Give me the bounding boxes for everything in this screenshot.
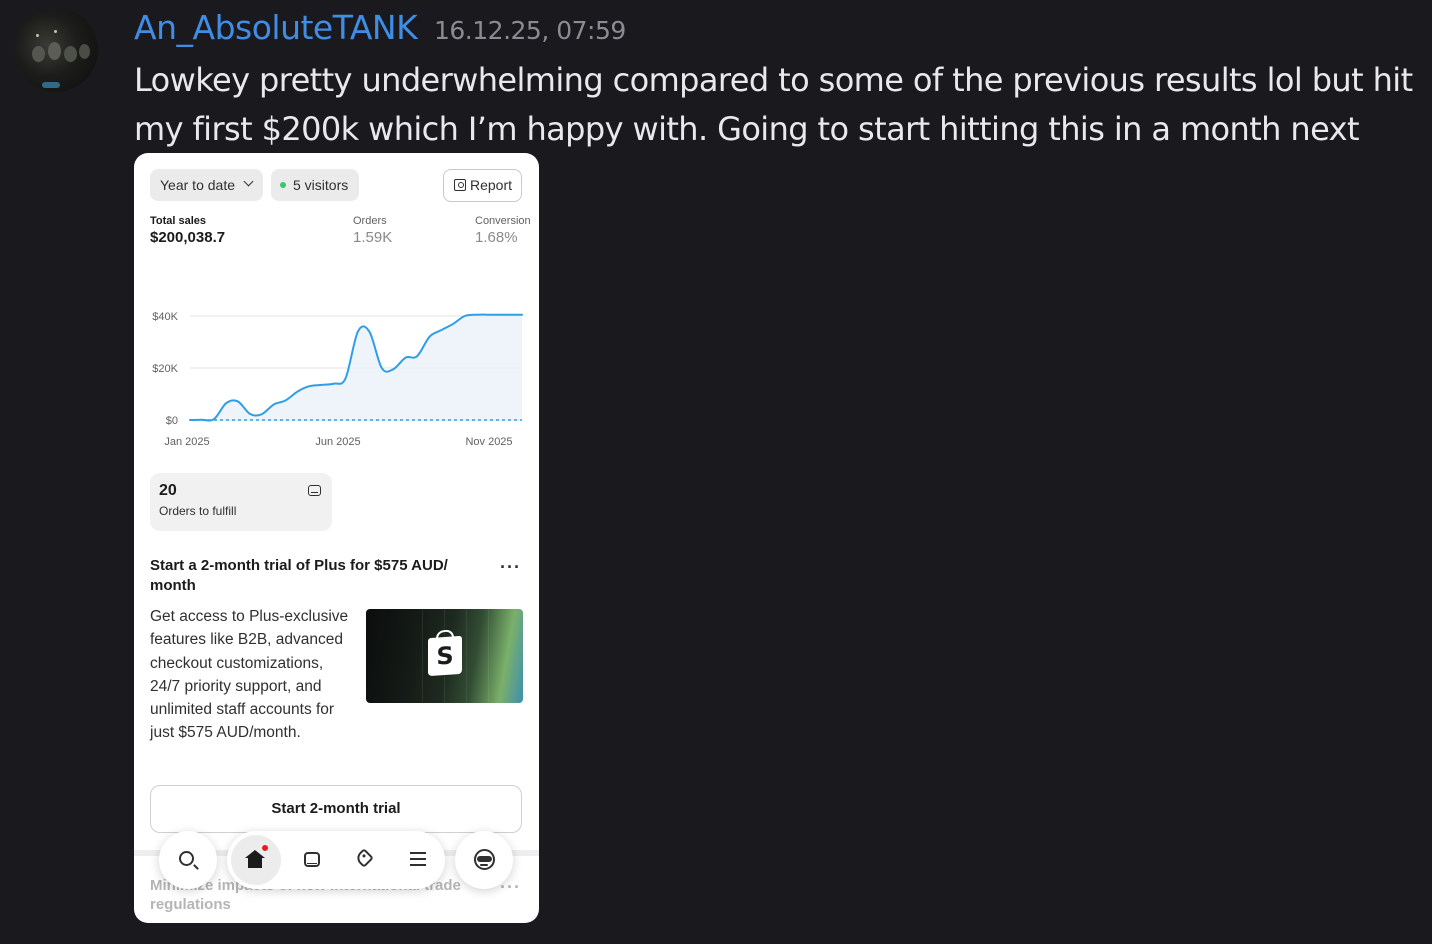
date-range-label: Year to date — [160, 177, 235, 193]
report-label: Report — [470, 177, 513, 193]
shopify-plus-image: S — [366, 609, 523, 703]
shopify-bag-logo-icon: S — [428, 635, 462, 677]
y-tick-label: $20K — [152, 363, 178, 375]
metric-label: Conversion — [475, 215, 531, 227]
promo-title: Start a 2-month trial of Plus for $575 A… — [150, 557, 448, 594]
metric-label: Orders — [353, 215, 387, 227]
orders-to-fulfill-card[interactable]: 20 Orders to fulfill — [150, 473, 332, 531]
inbox-icon — [308, 485, 321, 496]
nav-search-button[interactable] — [159, 831, 217, 889]
notification-dot-icon — [261, 844, 269, 852]
menu-icon[interactable] — [410, 852, 426, 866]
avatar[interactable] — [14, 8, 98, 92]
x-tick-label: Jan 2025 — [164, 436, 209, 448]
start-trial-button[interactable]: Start 2-month trial — [150, 785, 522, 833]
y-tick-label: $0 — [166, 415, 178, 427]
promo-more-menu-icon[interactable]: ··· — [500, 558, 521, 576]
sales-chart[interactable]: $0 $20K $40K Jan 2025 Jun 2025 Nov 2025 — [134, 303, 539, 458]
x-tick-label: Nov 2025 — [465, 436, 512, 448]
search-icon — [179, 851, 194, 866]
orders-to-fulfill-count: 20 — [159, 482, 177, 499]
metric-conversion[interactable]: Conversion 1.68% — [475, 215, 531, 246]
metric-value: $200,038.7 — [150, 229, 226, 246]
visitors-pill[interactable]: 5 visitors — [271, 169, 359, 201]
live-dot-icon — [280, 182, 286, 188]
orders-to-fulfill-label: Orders to fulfill — [159, 504, 237, 518]
metric-value: 1.68% — [475, 229, 518, 246]
username[interactable]: An_AbsoluteTANK — [134, 8, 418, 47]
metric-orders[interactable]: Orders 1.59K — [353, 215, 392, 246]
chevron-down-icon — [243, 176, 254, 187]
report-button[interactable]: Report — [443, 169, 522, 202]
metric-value: 1.59K — [353, 229, 393, 246]
visitors-label: 5 visitors — [293, 177, 349, 193]
x-tick-label: Jun 2025 — [315, 436, 360, 448]
sidekick-icon — [474, 849, 495, 870]
attached-screenshot[interactable]: Year to date 5 visitors Report Total sal… — [134, 153, 539, 923]
metric-label: Total sales — [150, 215, 207, 227]
y-tick-label: $40K — [152, 311, 178, 323]
message-timestamp: 16.12.25, 07:59 — [434, 16, 626, 45]
metric-total-sales[interactable]: Total sales $200,038.7 — [150, 215, 225, 246]
bottom-navigation — [159, 831, 515, 889]
date-range-dropdown[interactable]: Year to date — [150, 169, 263, 201]
report-icon — [454, 179, 466, 191]
promo-body: Get access to Plus-exclusive features li… — [150, 608, 349, 742]
inbox-icon[interactable] — [304, 852, 320, 867]
